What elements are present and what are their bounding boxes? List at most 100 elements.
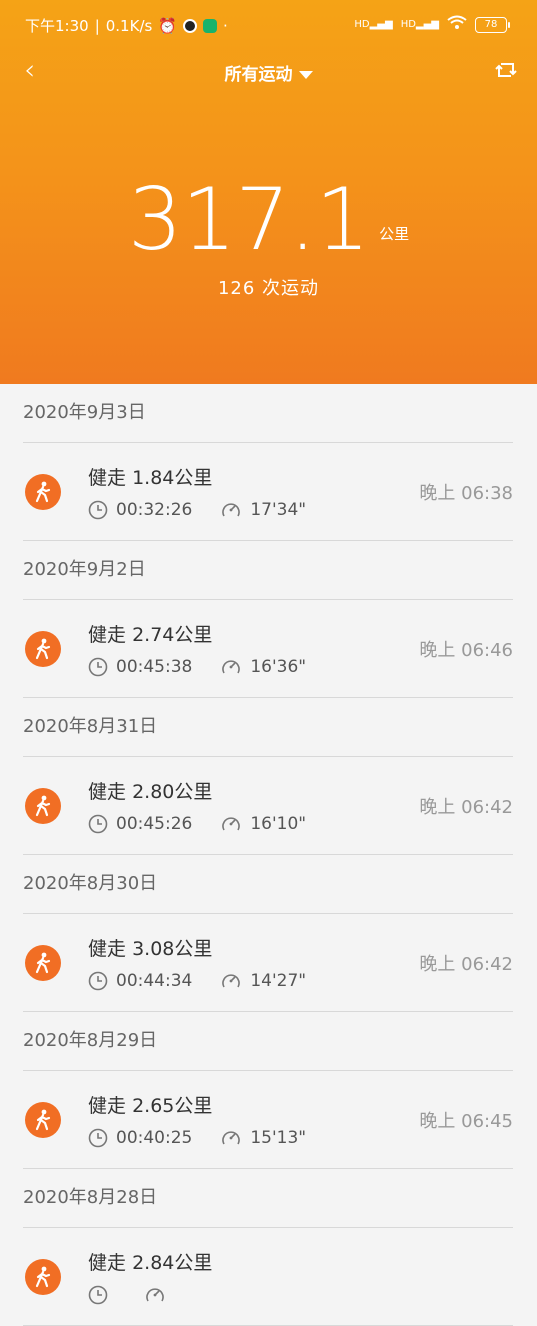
signal-icon-2: HD▂▄▆ — [400, 18, 439, 30]
date-header: 2020年8月29日 — [23, 1012, 513, 1071]
date-header: 2020年9月2日 — [23, 541, 513, 600]
duration-stat: 00:45:38 — [88, 657, 192, 677]
record-title: 健走 2.65公里 — [88, 1091, 212, 1118]
summary-header: 下午1:30 | 0.1K/s ⏰ · HD▂▄▆ HD▂▄▆ 78 ‹ 所有运… — [0, 0, 537, 384]
pace-gauge-icon — [146, 1288, 164, 1302]
signal-icon: HD▂▄▆ — [354, 18, 393, 30]
status-time: 下午1:30 — [25, 17, 89, 35]
record-stats: 00:40:25 15'13" — [88, 1128, 334, 1148]
record-stats — [88, 1285, 202, 1305]
nav-title-label: 所有运动 — [224, 65, 293, 85]
record-duration: 00:45:26 — [116, 814, 193, 834]
record-time: 晚上 06:46 — [419, 640, 513, 661]
walking-icon — [25, 788, 61, 824]
clock-icon — [88, 657, 108, 677]
record-duration: 00:45:38 — [116, 657, 193, 677]
pace-gauge-icon — [222, 974, 241, 988]
nav-bar: ‹ 所有运动 — [0, 52, 537, 92]
dot-icon: · — [223, 16, 228, 35]
record-pace: 16'10" — [250, 814, 307, 834]
record-stats: 00:32:26 17'34" — [88, 500, 334, 520]
pace-gauge-icon — [222, 1131, 241, 1145]
shield-icon — [203, 18, 217, 33]
workout-count: 126 次运动 — [217, 278, 320, 299]
walking-icon — [25, 945, 61, 981]
clock-icon — [88, 1285, 108, 1305]
workout-record-row[interactable]: 健走 2.80公里 00:45:26 16'10" 晚上 06:42 — [0, 757, 537, 855]
workout-record-row[interactable]: 健走 1.84公里 00:32:26 17'34" 晚上 06:38 — [0, 443, 537, 541]
pace-gauge-icon — [222, 503, 241, 517]
walking-icon — [25, 1259, 61, 1295]
total-distance-value: 317.1 — [127, 170, 370, 270]
total-distance: 317.1 公里 — [0, 170, 537, 270]
wifi-icon — [447, 15, 467, 34]
duration-stat: 00:44:34 — [88, 971, 192, 991]
duration-stat: 00:32:26 — [88, 500, 192, 520]
walking-icon — [25, 474, 61, 510]
record-stats: 00:44:34 14'27" — [88, 971, 334, 991]
record-distance: 2.65公里 — [132, 1095, 213, 1117]
record-pace: 15'13" — [250, 1128, 307, 1148]
network-speed: 0.1K/s — [105, 16, 153, 35]
record-duration: 00:32:26 — [116, 500, 193, 520]
record-pace: 17'34" — [250, 500, 307, 520]
record-stats: 00:45:38 16'36" — [88, 657, 334, 677]
record-distance: 2.74公里 — [132, 624, 213, 646]
record-pace: 14'27" — [250, 971, 307, 991]
record-distance: 2.80公里 — [132, 781, 213, 803]
workout-list: 2020年9月3日 健走 1.84公里 00:32:26 17'34" 晚上 0… — [0, 384, 537, 1326]
share-button[interactable] — [495, 60, 517, 80]
date-header: 2020年8月30日 — [23, 855, 513, 914]
record-type: 健走 — [88, 938, 127, 960]
record-type: 健走 — [88, 624, 127, 646]
clock-icon — [88, 1128, 108, 1148]
pace-stat: 14'27" — [220, 971, 306, 991]
app-notification-icon — [183, 18, 197, 33]
record-title: 健走 2.80公里 — [88, 777, 212, 804]
pace-stat — [144, 1285, 174, 1305]
record-time: 晚上 06:38 — [419, 483, 513, 504]
date-header: 2020年8月28日 — [23, 1169, 513, 1228]
record-distance: 3.08公里 — [132, 938, 213, 960]
clock-icon — [88, 814, 108, 834]
pace-stat: 16'10" — [220, 814, 306, 834]
share-icon — [495, 63, 517, 77]
walking-icon — [25, 631, 61, 667]
record-type: 健走 — [88, 1095, 127, 1117]
clock-icon — [88, 971, 108, 991]
record-duration: 00:40:25 — [116, 1128, 193, 1148]
record-time: 晚上 06:42 — [419, 954, 513, 975]
pace-stat: 17'34" — [220, 500, 306, 520]
pace-gauge-icon — [222, 660, 241, 674]
sport-filter-dropdown[interactable]: 所有运动 — [0, 60, 537, 85]
pace-stat: 16'36" — [220, 657, 306, 677]
workout-record-row[interactable]: 健走 2.74公里 00:45:38 16'36" 晚上 06:46 — [0, 600, 537, 698]
alarm-icon: ⏰ — [158, 16, 177, 35]
caret-down-icon — [298, 71, 313, 79]
total-distance-unit: 公里 — [379, 225, 410, 243]
duration-stat: 00:40:25 — [88, 1128, 192, 1148]
record-time: 晚上 06:45 — [419, 1111, 513, 1132]
walking-icon — [25, 1102, 61, 1138]
duration-stat — [88, 1285, 116, 1305]
record-duration: 00:44:34 — [116, 971, 193, 991]
status-bar: 下午1:30 | 0.1K/s ⏰ · HD▂▄▆ HD▂▄▆ 78 — [0, 0, 537, 50]
pace-stat: 15'13" — [220, 1128, 306, 1148]
clock-icon — [88, 500, 108, 520]
date-header: 2020年8月31日 — [23, 698, 513, 757]
record-title: 健走 1.84公里 — [88, 463, 212, 490]
duration-stat: 00:45:26 — [88, 814, 192, 834]
workout-record-row[interactable]: 健走 2.84公里 — [0, 1228, 537, 1326]
battery-icon: 78 — [475, 16, 510, 33]
record-stats: 00:45:26 16'10" — [88, 814, 334, 834]
record-type: 健走 — [88, 467, 127, 489]
record-title: 健走 2.74公里 — [88, 620, 212, 647]
workout-record-row[interactable]: 健走 2.65公里 00:40:25 15'13" 晚上 06:45 — [0, 1071, 537, 1169]
record-distance: 1.84公里 — [132, 467, 213, 489]
date-header: 2020年9月3日 — [23, 384, 513, 443]
pace-gauge-icon — [222, 817, 241, 831]
record-title: 健走 3.08公里 — [88, 934, 212, 961]
record-type: 健走 — [88, 781, 127, 803]
workout-record-row[interactable]: 健走 3.08公里 00:44:34 14'27" 晚上 06:42 — [0, 914, 537, 1012]
record-pace: 16'36" — [250, 657, 307, 677]
